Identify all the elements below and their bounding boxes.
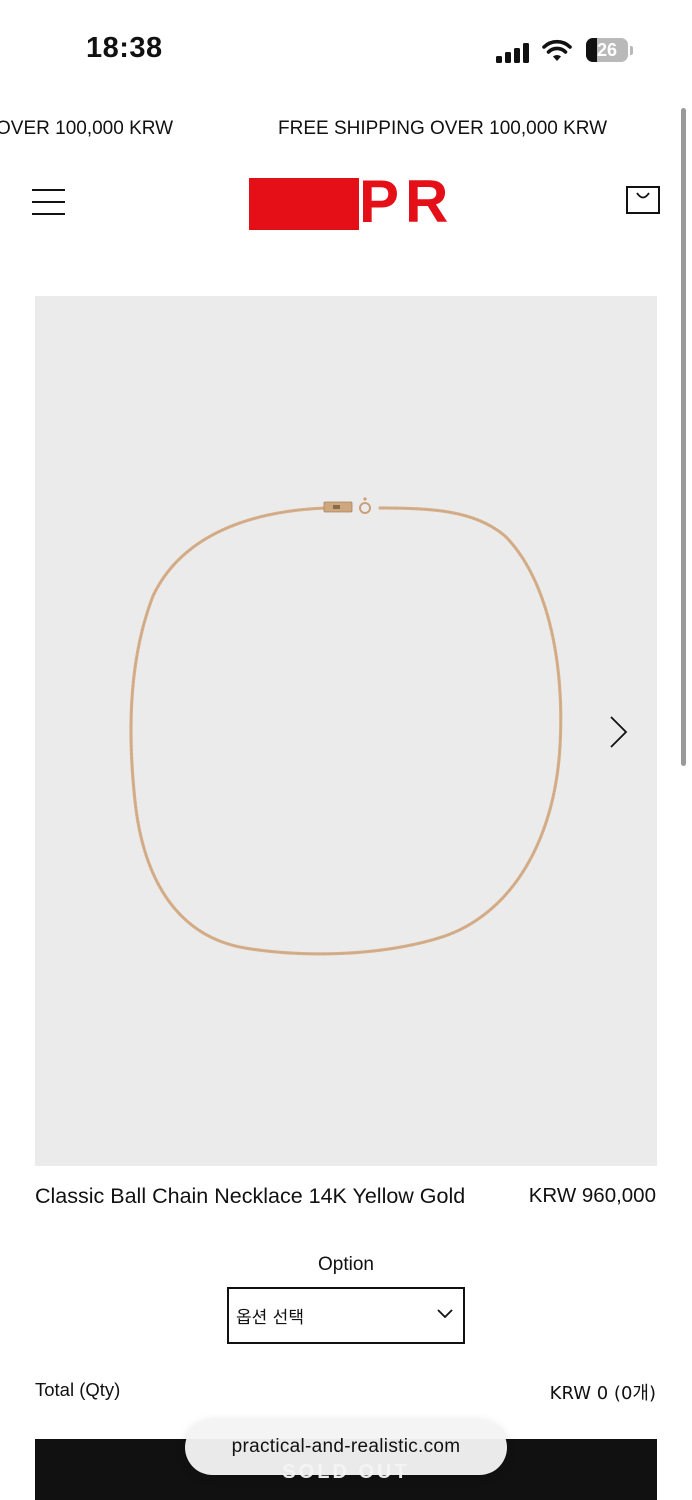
announcement-text: FREE SHIPPING OVER 100,000 KRW bbox=[278, 118, 608, 139]
shopping-bag-icon[interactable] bbox=[626, 186, 660, 214]
announcement-text-partial: OVER 100,000 KRW bbox=[0, 118, 174, 139]
battery-level: 26 bbox=[596, 40, 618, 60]
chevron-down-icon bbox=[437, 1309, 453, 1319]
product-price: KRW 960,000 bbox=[528, 1184, 656, 1207]
status-time: 18:38 bbox=[86, 32, 163, 64]
url-text: practical-and-realistic.com bbox=[231, 1436, 461, 1457]
logo-red-bar bbox=[249, 178, 359, 230]
signal-icon bbox=[496, 41, 532, 63]
option-select[interactable]: 옵션 선택 bbox=[227, 1287, 465, 1344]
product-image[interactable] bbox=[35, 296, 657, 1166]
option-select-value: 옵션 선택 bbox=[236, 1308, 304, 1328]
battery-icon: 26 bbox=[586, 38, 628, 62]
menu-icon[interactable] bbox=[32, 189, 65, 216]
necklace-image bbox=[129, 497, 563, 956]
logo-text: PR bbox=[359, 168, 455, 235]
status-bar: 18:38 26 bbox=[0, 0, 692, 100]
total-label: Total (Qty) bbox=[35, 1379, 121, 1400]
battery-cap bbox=[630, 46, 633, 55]
chevron-right-icon[interactable] bbox=[600, 712, 636, 752]
browser-url-bar[interactable]: practical-and-realistic.com bbox=[185, 1420, 507, 1475]
announcement-bar: OVER 100,000 KRW FREE SHIPPING OVER 100,… bbox=[0, 110, 692, 150]
wifi-icon bbox=[542, 39, 572, 61]
option-label: Option bbox=[318, 1254, 374, 1275]
total-value: KRW 0 (0개) bbox=[549, 1383, 656, 1404]
product-title: Classic Ball Chain Necklace 14K Yellow G… bbox=[35, 1184, 466, 1208]
brand-logo[interactable]: PR bbox=[249, 170, 448, 234]
page-scrollbar[interactable] bbox=[681, 108, 686, 766]
